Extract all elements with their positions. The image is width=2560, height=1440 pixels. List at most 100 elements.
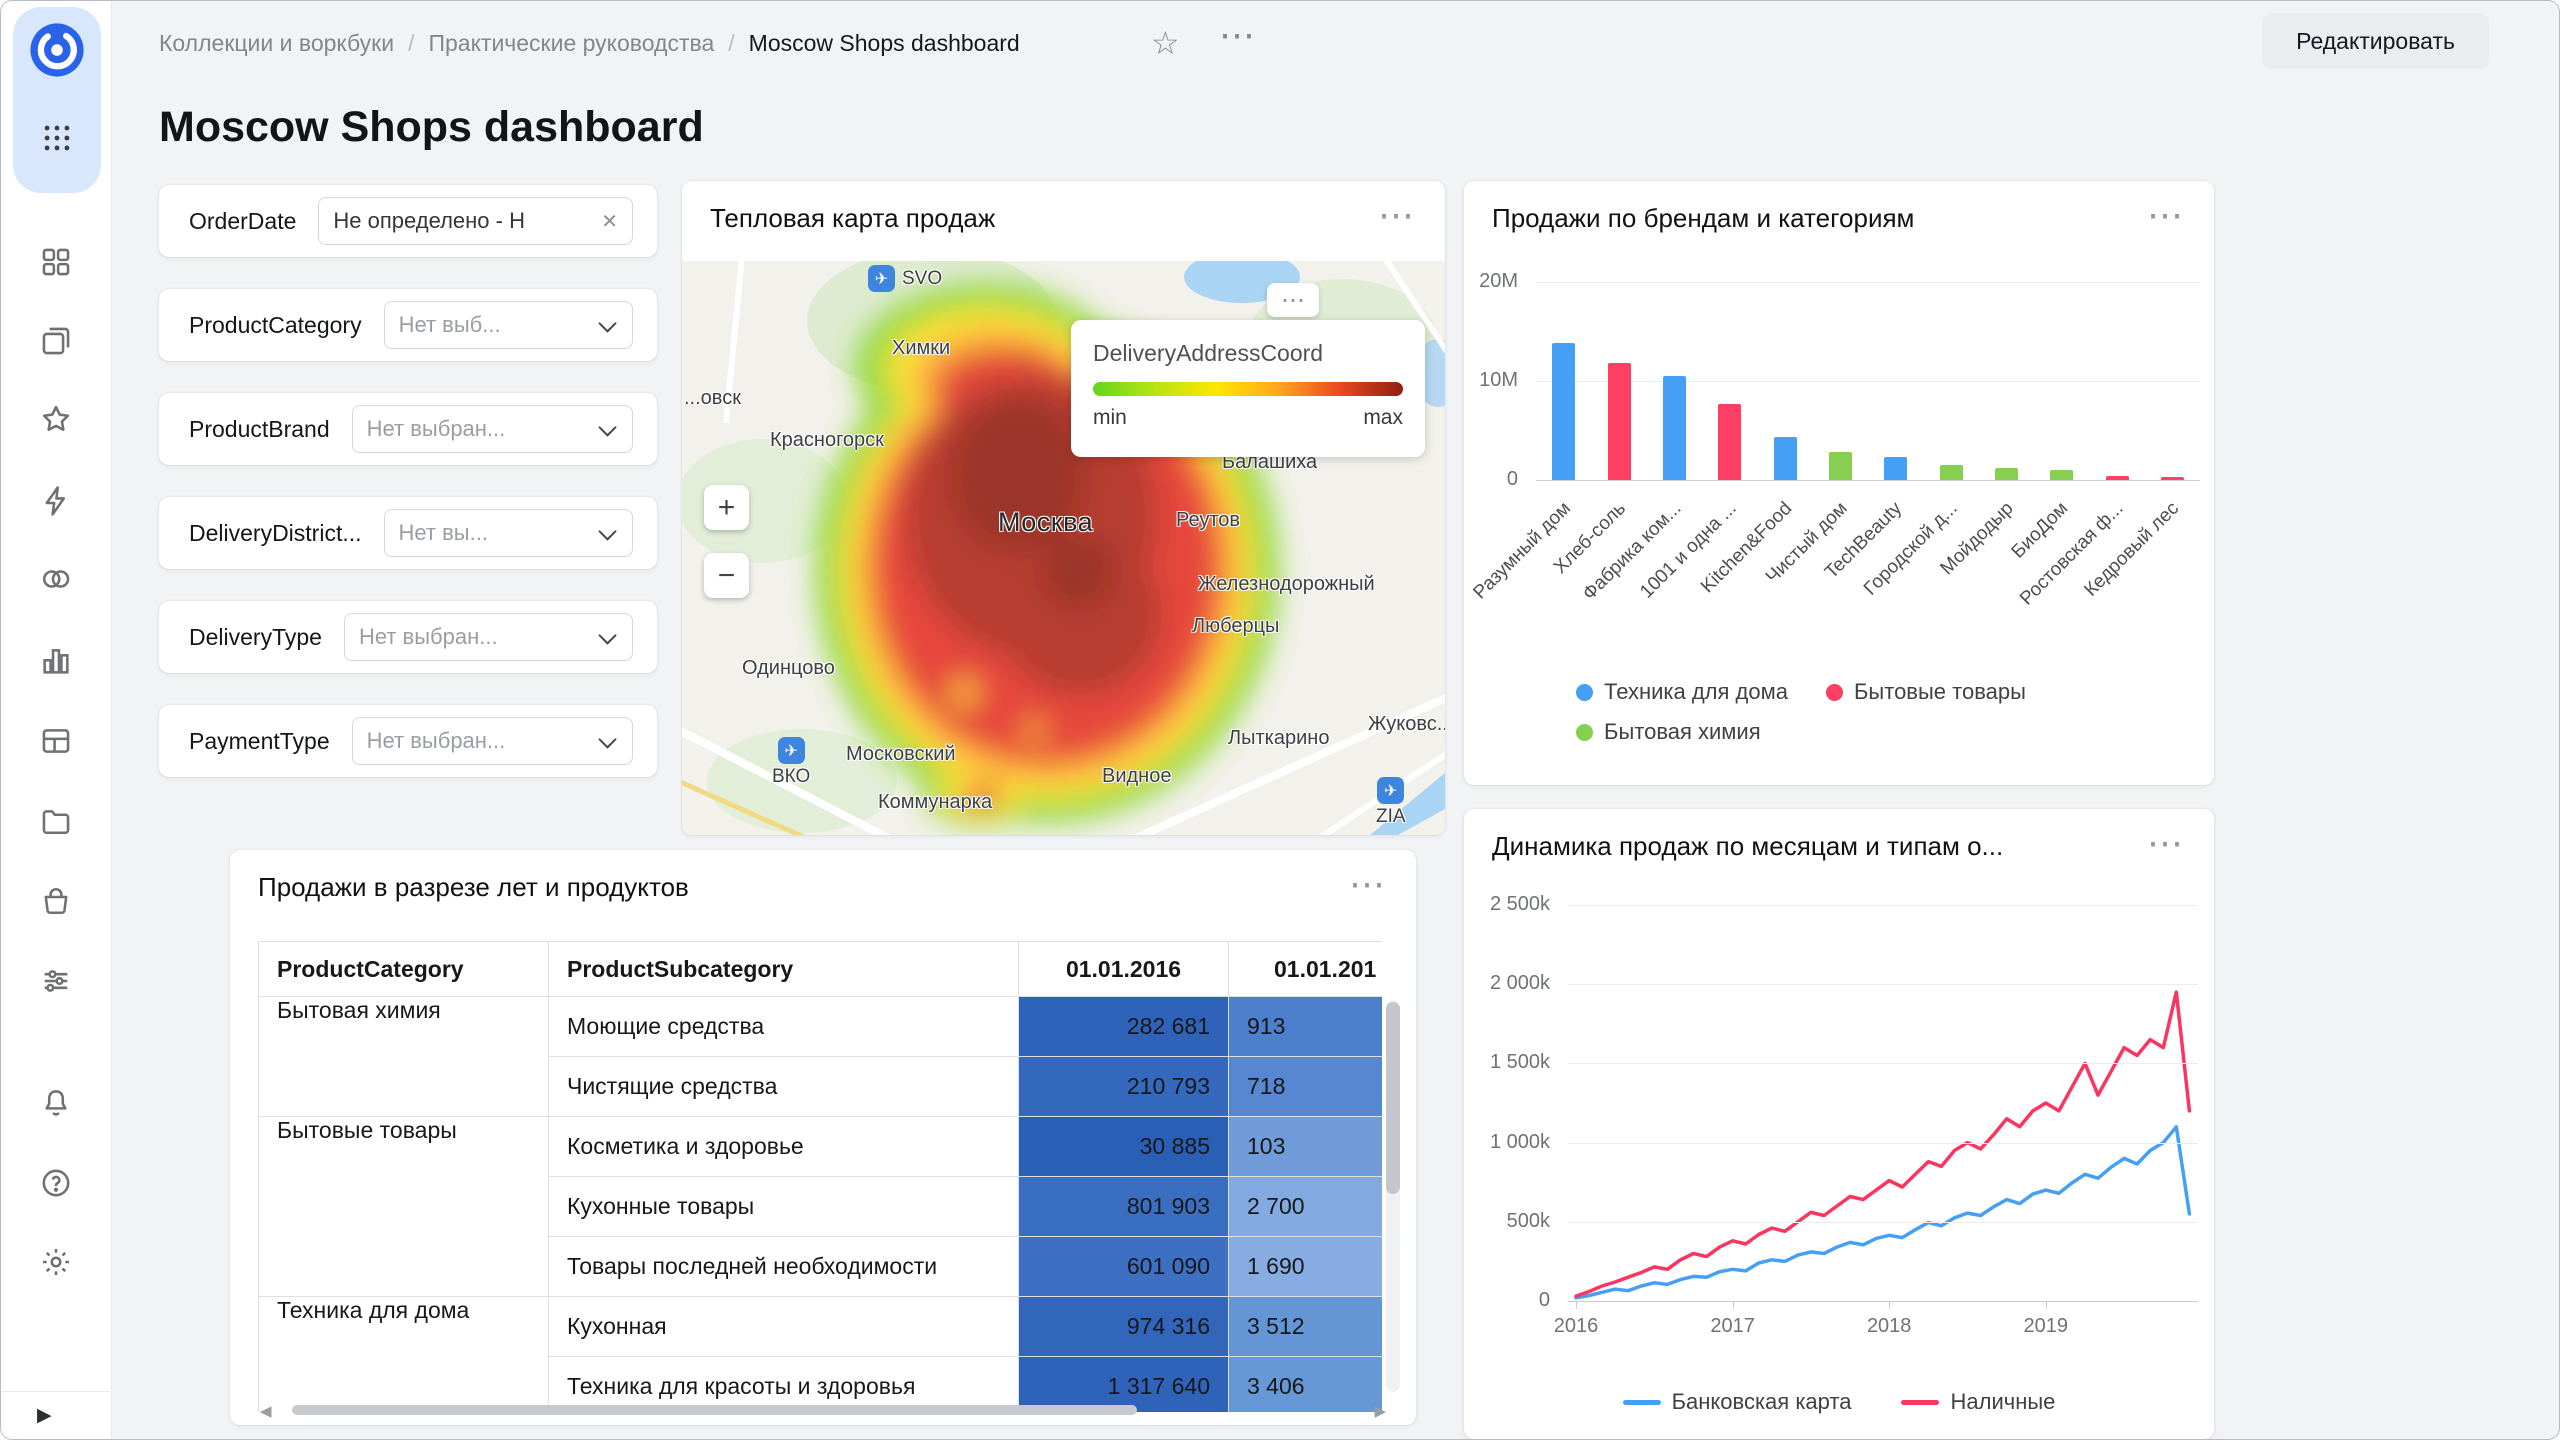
subcategory-cell: Моющие средства bbox=[549, 997, 1019, 1057]
zoom-in-button[interactable]: + bbox=[704, 485, 749, 530]
chevron-down-icon bbox=[598, 730, 616, 748]
filter-dropdown[interactable]: Нет выбран... bbox=[352, 717, 633, 765]
map-options-button[interactable]: ⋯ bbox=[1267, 283, 1319, 317]
scroll-left-arrow[interactable]: ◀ bbox=[260, 1402, 272, 1420]
filter-dropdown[interactable]: Нет выб... bbox=[384, 301, 633, 349]
y-axis-labels: 20M10M0 bbox=[1464, 282, 1526, 480]
chevron-down-icon bbox=[598, 314, 616, 332]
bar-6[interactable] bbox=[1829, 452, 1852, 480]
map-city-label: Люберцы bbox=[1192, 615, 1279, 638]
category-cell: Бытовая химия bbox=[259, 997, 549, 1117]
clear-filter-icon[interactable]: ✕ bbox=[601, 209, 618, 234]
charts-icon[interactable] bbox=[34, 639, 78, 683]
filter-dropdown[interactable]: Нет выбран... bbox=[344, 613, 633, 661]
legend-item[interactable]: Наличные bbox=[1901, 1389, 2055, 1415]
filter-label: ProductCategory bbox=[189, 312, 362, 339]
legend-item[interactable]: Бытовая химия bbox=[1576, 719, 1761, 745]
chevron-down-icon bbox=[598, 522, 616, 540]
bar-5[interactable] bbox=[1774, 437, 1797, 480]
filter-paymenttype: PaymentTypeНет выбран... bbox=[159, 705, 657, 777]
widget-menu-button[interactable]: ⋯ bbox=[1372, 193, 1421, 237]
bar-10[interactable] bbox=[2050, 470, 2073, 480]
widget-menu-button[interactable]: ⋯ bbox=[2141, 821, 2190, 865]
filters-panel: OrderDateНе определено - Н✕ ProductCatego… bbox=[159, 185, 657, 809]
scrollbar-thumb[interactable] bbox=[292, 1405, 1137, 1415]
widget-title: Динамика продаж по месяцам и типам о... bbox=[1492, 831, 2003, 862]
map-city-label: Москва bbox=[998, 507, 1093, 538]
bar-1[interactable] bbox=[1552, 343, 1575, 480]
legend-item[interactable]: Бытовые товары bbox=[1826, 679, 2026, 705]
y-tick-label: 10M bbox=[1464, 369, 1518, 392]
bar-3[interactable] bbox=[1663, 376, 1686, 480]
bar-12[interactable] bbox=[2161, 477, 2184, 480]
legend-item[interactable]: Банковская карта bbox=[1623, 1389, 1852, 1415]
value-cell: 103 bbox=[1229, 1117, 1383, 1177]
x-axis-labels: 2016201720182019 bbox=[1568, 1315, 2198, 1341]
sidebar: ▶ bbox=[1, 1, 112, 1439]
apps-grid-icon[interactable] bbox=[35, 117, 79, 161]
table-widget: Продажи в разрезе лет и продуктов ⋯ Prod… bbox=[230, 850, 1416, 1425]
bar-8[interactable] bbox=[1940, 465, 1963, 480]
column-header[interactable]: ProductCategory bbox=[259, 942, 549, 997]
table-header-row: ProductCategoryProductSubcategory01.01.2… bbox=[259, 942, 1383, 997]
chart-legend: Банковская карта Наличные bbox=[1464, 1389, 2214, 1415]
breadcrumb-item[interactable]: Практические руководства bbox=[428, 30, 714, 57]
filter-dropdown[interactable]: Нет выбран... bbox=[352, 405, 633, 453]
notifications-bell-icon[interactable] bbox=[34, 1081, 78, 1125]
bar-2[interactable] bbox=[1608, 363, 1631, 480]
collections-icon[interactable] bbox=[34, 240, 78, 284]
scroll-right-arrow[interactable]: ▶ bbox=[1374, 1402, 1386, 1420]
breadcrumb-more-icon[interactable]: ⋯ bbox=[1219, 15, 1255, 55]
bar-4[interactable] bbox=[1718, 404, 1741, 480]
help-question-icon[interactable] bbox=[34, 1161, 78, 1205]
date-range-chip[interactable]: Не определено - Н✕ bbox=[318, 197, 633, 245]
column-header[interactable]: 01.01.2016 bbox=[1019, 942, 1229, 997]
map-city-label: Коммунарка bbox=[878, 791, 992, 814]
filter-dropdown[interactable]: Нет вы... bbox=[384, 509, 633, 557]
category-cell: Бытовые товары bbox=[259, 1117, 549, 1297]
bar-11[interactable] bbox=[2106, 476, 2129, 480]
links-rings-icon[interactable] bbox=[34, 557, 78, 601]
subcategory-cell: Товары последней необходимости bbox=[549, 1237, 1019, 1297]
services-sliders-icon[interactable] bbox=[34, 959, 78, 1003]
favorites-star-icon[interactable] bbox=[34, 397, 78, 441]
filter-orderdate: OrderDateНе определено - Н✕ bbox=[159, 185, 657, 257]
breadcrumb-item[interactable]: Коллекции и воркбуки bbox=[159, 30, 394, 57]
widget-menu-button[interactable]: ⋯ bbox=[2141, 193, 2190, 237]
edit-button[interactable]: Редактировать bbox=[2262, 13, 2489, 69]
tables-icon[interactable] bbox=[34, 719, 78, 763]
marketplace-basket-icon[interactable] bbox=[34, 879, 78, 923]
legend-min-label: min bbox=[1093, 406, 1127, 430]
chevron-down-icon bbox=[598, 418, 616, 436]
scrollbar-thumb[interactable] bbox=[1386, 1002, 1400, 1194]
map-canvas[interactable]: Химки...овскКрасногорскБалашихаМоскваРеу… bbox=[682, 261, 1445, 835]
sidebar-collapse-button[interactable]: ▶ bbox=[1, 1391, 110, 1439]
table-horizontal-scrollbar[interactable]: ◀ ▶ bbox=[260, 1401, 1386, 1419]
bar-9[interactable] bbox=[1995, 468, 2018, 480]
column-header[interactable]: 01.01.201 bbox=[1229, 942, 1383, 997]
legend-item[interactable]: Техника для дома bbox=[1576, 679, 1788, 705]
page-title: Moscow Shops dashboard bbox=[159, 103, 704, 152]
zoom-out-button[interactable]: − bbox=[704, 553, 749, 598]
datasets-folder-icon[interactable] bbox=[34, 799, 78, 843]
quick-actions-bolt-icon[interactable] bbox=[34, 479, 78, 523]
map-city-label: Химки bbox=[892, 337, 950, 360]
value-cell: 2 700 bbox=[1229, 1177, 1383, 1237]
settings-gear-icon[interactable] bbox=[34, 1240, 78, 1284]
datalens-logo-icon[interactable] bbox=[28, 21, 86, 79]
y-tick-label: 0 bbox=[1464, 1289, 1550, 1312]
heatmap-widget: Тепловая карта продаж ⋯ bbox=[682, 181, 1445, 835]
y-tick-label: 1 000k bbox=[1464, 1131, 1550, 1154]
favorite-star-icon[interactable]: ☆ bbox=[1151, 23, 1180, 63]
y-tick-label: 20M bbox=[1464, 270, 1518, 293]
heatmap-legend: DeliveryAddressCoord min max bbox=[1071, 320, 1425, 457]
widget-title: Продажи в разрезе лет и продуктов bbox=[258, 872, 689, 903]
bar-7[interactable] bbox=[1884, 457, 1907, 480]
map-city-label: Реутов bbox=[1176, 509, 1240, 532]
widget-menu-button[interactable]: ⋯ bbox=[1343, 862, 1392, 906]
workbooks-icon[interactable] bbox=[34, 319, 78, 363]
series-line bbox=[1576, 992, 2189, 1296]
table-vertical-scrollbar[interactable] bbox=[1386, 1000, 1400, 1392]
column-header[interactable]: ProductSubcategory bbox=[549, 942, 1019, 997]
subcategory-cell: Кухонные товары bbox=[549, 1177, 1019, 1237]
